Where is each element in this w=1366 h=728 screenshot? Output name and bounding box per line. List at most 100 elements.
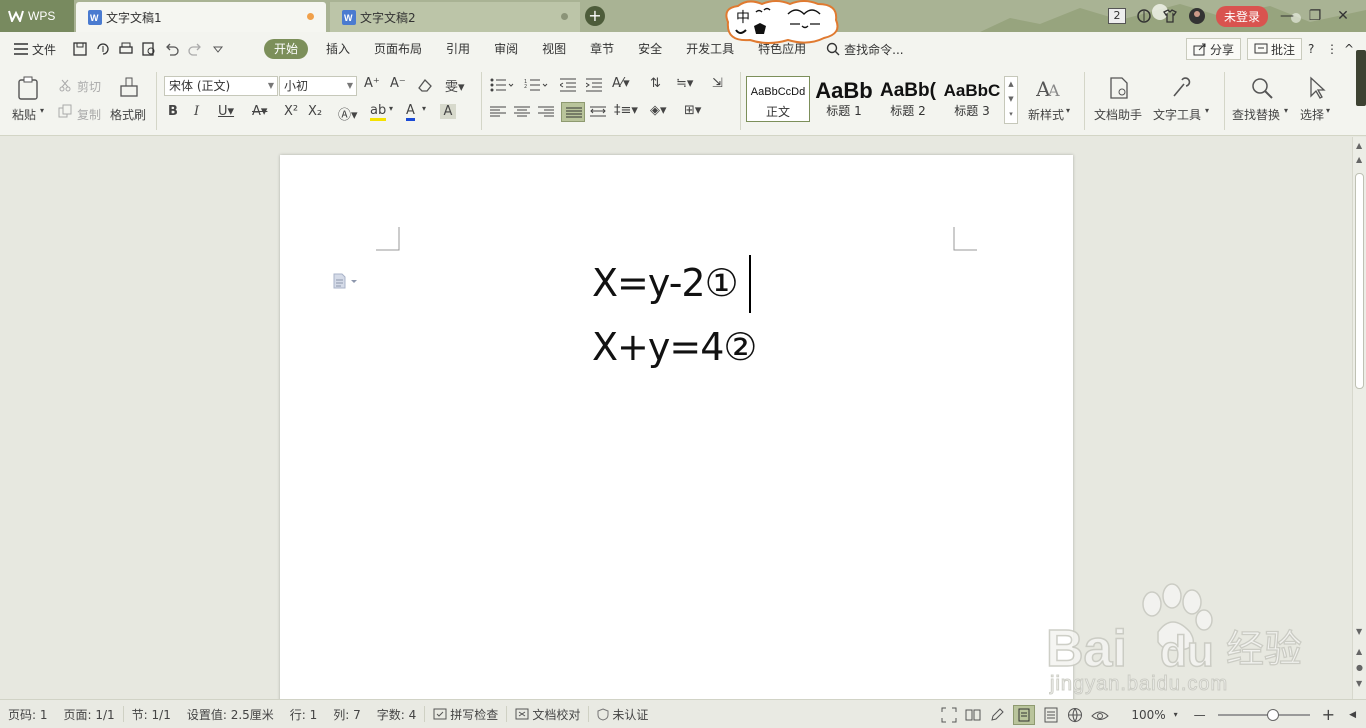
- status-word-count[interactable]: 字数: 4: [369, 706, 425, 723]
- unsaved-dot-icon[interactable]: [307, 13, 314, 20]
- menu-review[interactable]: 审阅: [482, 32, 530, 66]
- login-button[interactable]: 未登录: [1215, 5, 1268, 27]
- reading-mode-icon[interactable]: [965, 707, 981, 723]
- restore-button[interactable]: ❐: [1306, 8, 1324, 24]
- increase-font-icon[interactable]: A⁺: [364, 76, 380, 91]
- new-style-dropdown-icon[interactable]: ▾: [1066, 106, 1070, 115]
- align-left-icon[interactable]: [490, 106, 506, 118]
- format-painter-button[interactable]: 格式刷: [110, 106, 146, 123]
- avatar-icon[interactable]: [1188, 7, 1206, 25]
- strikethrough-icon[interactable]: A▾: [252, 104, 267, 119]
- zoom-dropdown-icon[interactable]: ▾: [1174, 710, 1178, 719]
- underline-icon[interactable]: U▾: [218, 104, 234, 119]
- print-preview-icon[interactable]: [141, 41, 157, 57]
- edit-mode-icon[interactable]: [989, 707, 1005, 723]
- align-right-icon[interactable]: [538, 106, 554, 118]
- line-spacing-icon[interactable]: ‡≡▾: [614, 103, 638, 118]
- sort-icon[interactable]: ⇅: [650, 76, 661, 91]
- shirt-icon[interactable]: [1162, 8, 1178, 24]
- zoom-slider-knob[interactable]: [1266, 708, 1279, 721]
- doc-check-button[interactable]: 文档校对: [507, 706, 588, 723]
- doc-assistant-button[interactable]: 文档助手: [1094, 106, 1142, 123]
- highlight-dropdown-icon[interactable]: ▾: [389, 104, 393, 113]
- export-icon[interactable]: [95, 41, 111, 57]
- char-shading-icon[interactable]: A: [440, 104, 456, 119]
- cut-button[interactable]: 剪切: [77, 78, 101, 95]
- font-color-icon[interactable]: A: [406, 104, 415, 121]
- align-center-icon[interactable]: [514, 106, 530, 118]
- print-icon[interactable]: [118, 41, 134, 57]
- text-tools-button[interactable]: 文字工具: [1153, 106, 1201, 123]
- customize-toolbar-icon[interactable]: [210, 41, 226, 57]
- find-replace-dropdown-icon[interactable]: ▾: [1284, 106, 1288, 115]
- zoom-in-button[interactable]: +: [1322, 705, 1335, 724]
- find-replace-button[interactable]: 查找替换: [1232, 106, 1280, 123]
- show-marks-icon[interactable]: ⇲: [712, 76, 723, 91]
- highlight-icon[interactable]: ab: [370, 104, 387, 121]
- wps-logo[interactable]: WPS: [0, 0, 74, 32]
- status-section[interactable]: 节: 1/1: [124, 706, 179, 723]
- italic-icon[interactable]: I: [194, 104, 199, 119]
- status-page-code[interactable]: 页码: 1: [0, 706, 56, 723]
- superscript-icon[interactable]: X²: [284, 104, 298, 119]
- doc-assistant-icon[interactable]: [1108, 76, 1130, 100]
- menu-start[interactable]: 开始: [264, 39, 309, 59]
- paragraph-spacing-icon[interactable]: ≒▾: [676, 76, 693, 91]
- text-effect-icon[interactable]: Ⓐ▾: [338, 104, 358, 123]
- copy-button[interactable]: 复制: [77, 106, 101, 123]
- next-page-icon[interactable]: ▼: [1356, 679, 1362, 688]
- text-tools-dropdown-icon[interactable]: ▾: [1205, 106, 1209, 115]
- format-painter-icon[interactable]: [118, 76, 140, 100]
- close-button[interactable]: ✕: [1334, 8, 1352, 24]
- minimize-button[interactable]: —: [1278, 8, 1296, 24]
- decrease-font-icon[interactable]: A⁻: [390, 76, 406, 91]
- scroll-page-up-icon[interactable]: ▲: [1356, 155, 1362, 164]
- new-style-button[interactable]: 新样式: [1028, 106, 1064, 123]
- scroll-down-icon[interactable]: ▼: [1356, 627, 1362, 636]
- text-direction-icon[interactable]: A⁄▾: [612, 76, 630, 91]
- scroll-up-icon[interactable]: ▲: [1356, 141, 1362, 150]
- style-heading-2[interactable]: AaBb( 标题 2: [876, 76, 940, 122]
- font-color-dropdown-icon[interactable]: ▾: [422, 104, 426, 113]
- font-name-select[interactable]: 宋体 (正文) ▼: [164, 76, 278, 96]
- status-position[interactable]: 设置值: 2.5厘米: [179, 706, 282, 723]
- side-panel-handle[interactable]: [1356, 50, 1366, 106]
- decrease-indent-icon[interactable]: [560, 78, 576, 92]
- zoom-out-button[interactable]: —: [1194, 708, 1206, 722]
- zoom-slider[interactable]: [1217, 708, 1310, 721]
- menu-chapter[interactable]: 章节: [578, 32, 626, 66]
- status-column[interactable]: 列: 7: [325, 706, 369, 723]
- tab-document-2[interactable]: W 文字文稿2: [330, 2, 580, 32]
- select-cursor-icon[interactable]: [1308, 76, 1326, 100]
- find-replace-icon[interactable]: [1250, 76, 1274, 100]
- menu-insert[interactable]: 插入: [314, 32, 362, 66]
- collapse-ribbon-button[interactable]: ^: [1344, 42, 1356, 56]
- undo-icon[interactable]: [164, 41, 180, 57]
- numbered-list-icon[interactable]: 12: [524, 78, 548, 92]
- scrollbar-thumb[interactable]: [1355, 173, 1364, 389]
- outline-view-icon[interactable]: [1043, 707, 1059, 723]
- clear-format-icon[interactable]: [417, 78, 433, 92]
- shading-icon[interactable]: ◈▾: [650, 103, 667, 118]
- paste-icon[interactable]: [16, 76, 40, 100]
- bold-icon[interactable]: B: [168, 104, 178, 119]
- distribute-icon[interactable]: [590, 106, 606, 118]
- skin-icon[interactable]: [1136, 8, 1152, 24]
- select-dropdown-icon[interactable]: ▾: [1326, 106, 1330, 115]
- spell-check-button[interactable]: 拼写检查: [425, 706, 506, 723]
- fullscreen-icon[interactable]: [941, 707, 957, 723]
- paragraph-format-icon[interactable]: [332, 273, 358, 289]
- redo-icon[interactable]: [187, 41, 203, 57]
- status-page-count[interactable]: 页面: 1/1: [56, 706, 123, 723]
- status-row[interactable]: 行: 1: [282, 706, 326, 723]
- cut-icon[interactable]: [58, 78, 72, 92]
- style-heading-3[interactable]: AaBbC 标题 3: [940, 76, 1004, 122]
- menu-view[interactable]: 视图: [530, 32, 578, 66]
- menu-references[interactable]: 引用: [434, 32, 482, 66]
- style-normal[interactable]: AaBbCcDd 正文: [746, 76, 810, 122]
- style-gallery-scroll[interactable]: ▲ ▼ ▾: [1004, 76, 1018, 124]
- more-button[interactable]: ⋮: [1326, 42, 1338, 56]
- vertical-scrollbar[interactable]: ▲ ▲ ▼ ▲ ● ▼: [1352, 137, 1366, 699]
- tab-close-dot-icon[interactable]: [561, 13, 568, 20]
- save-icon[interactable]: [72, 41, 88, 57]
